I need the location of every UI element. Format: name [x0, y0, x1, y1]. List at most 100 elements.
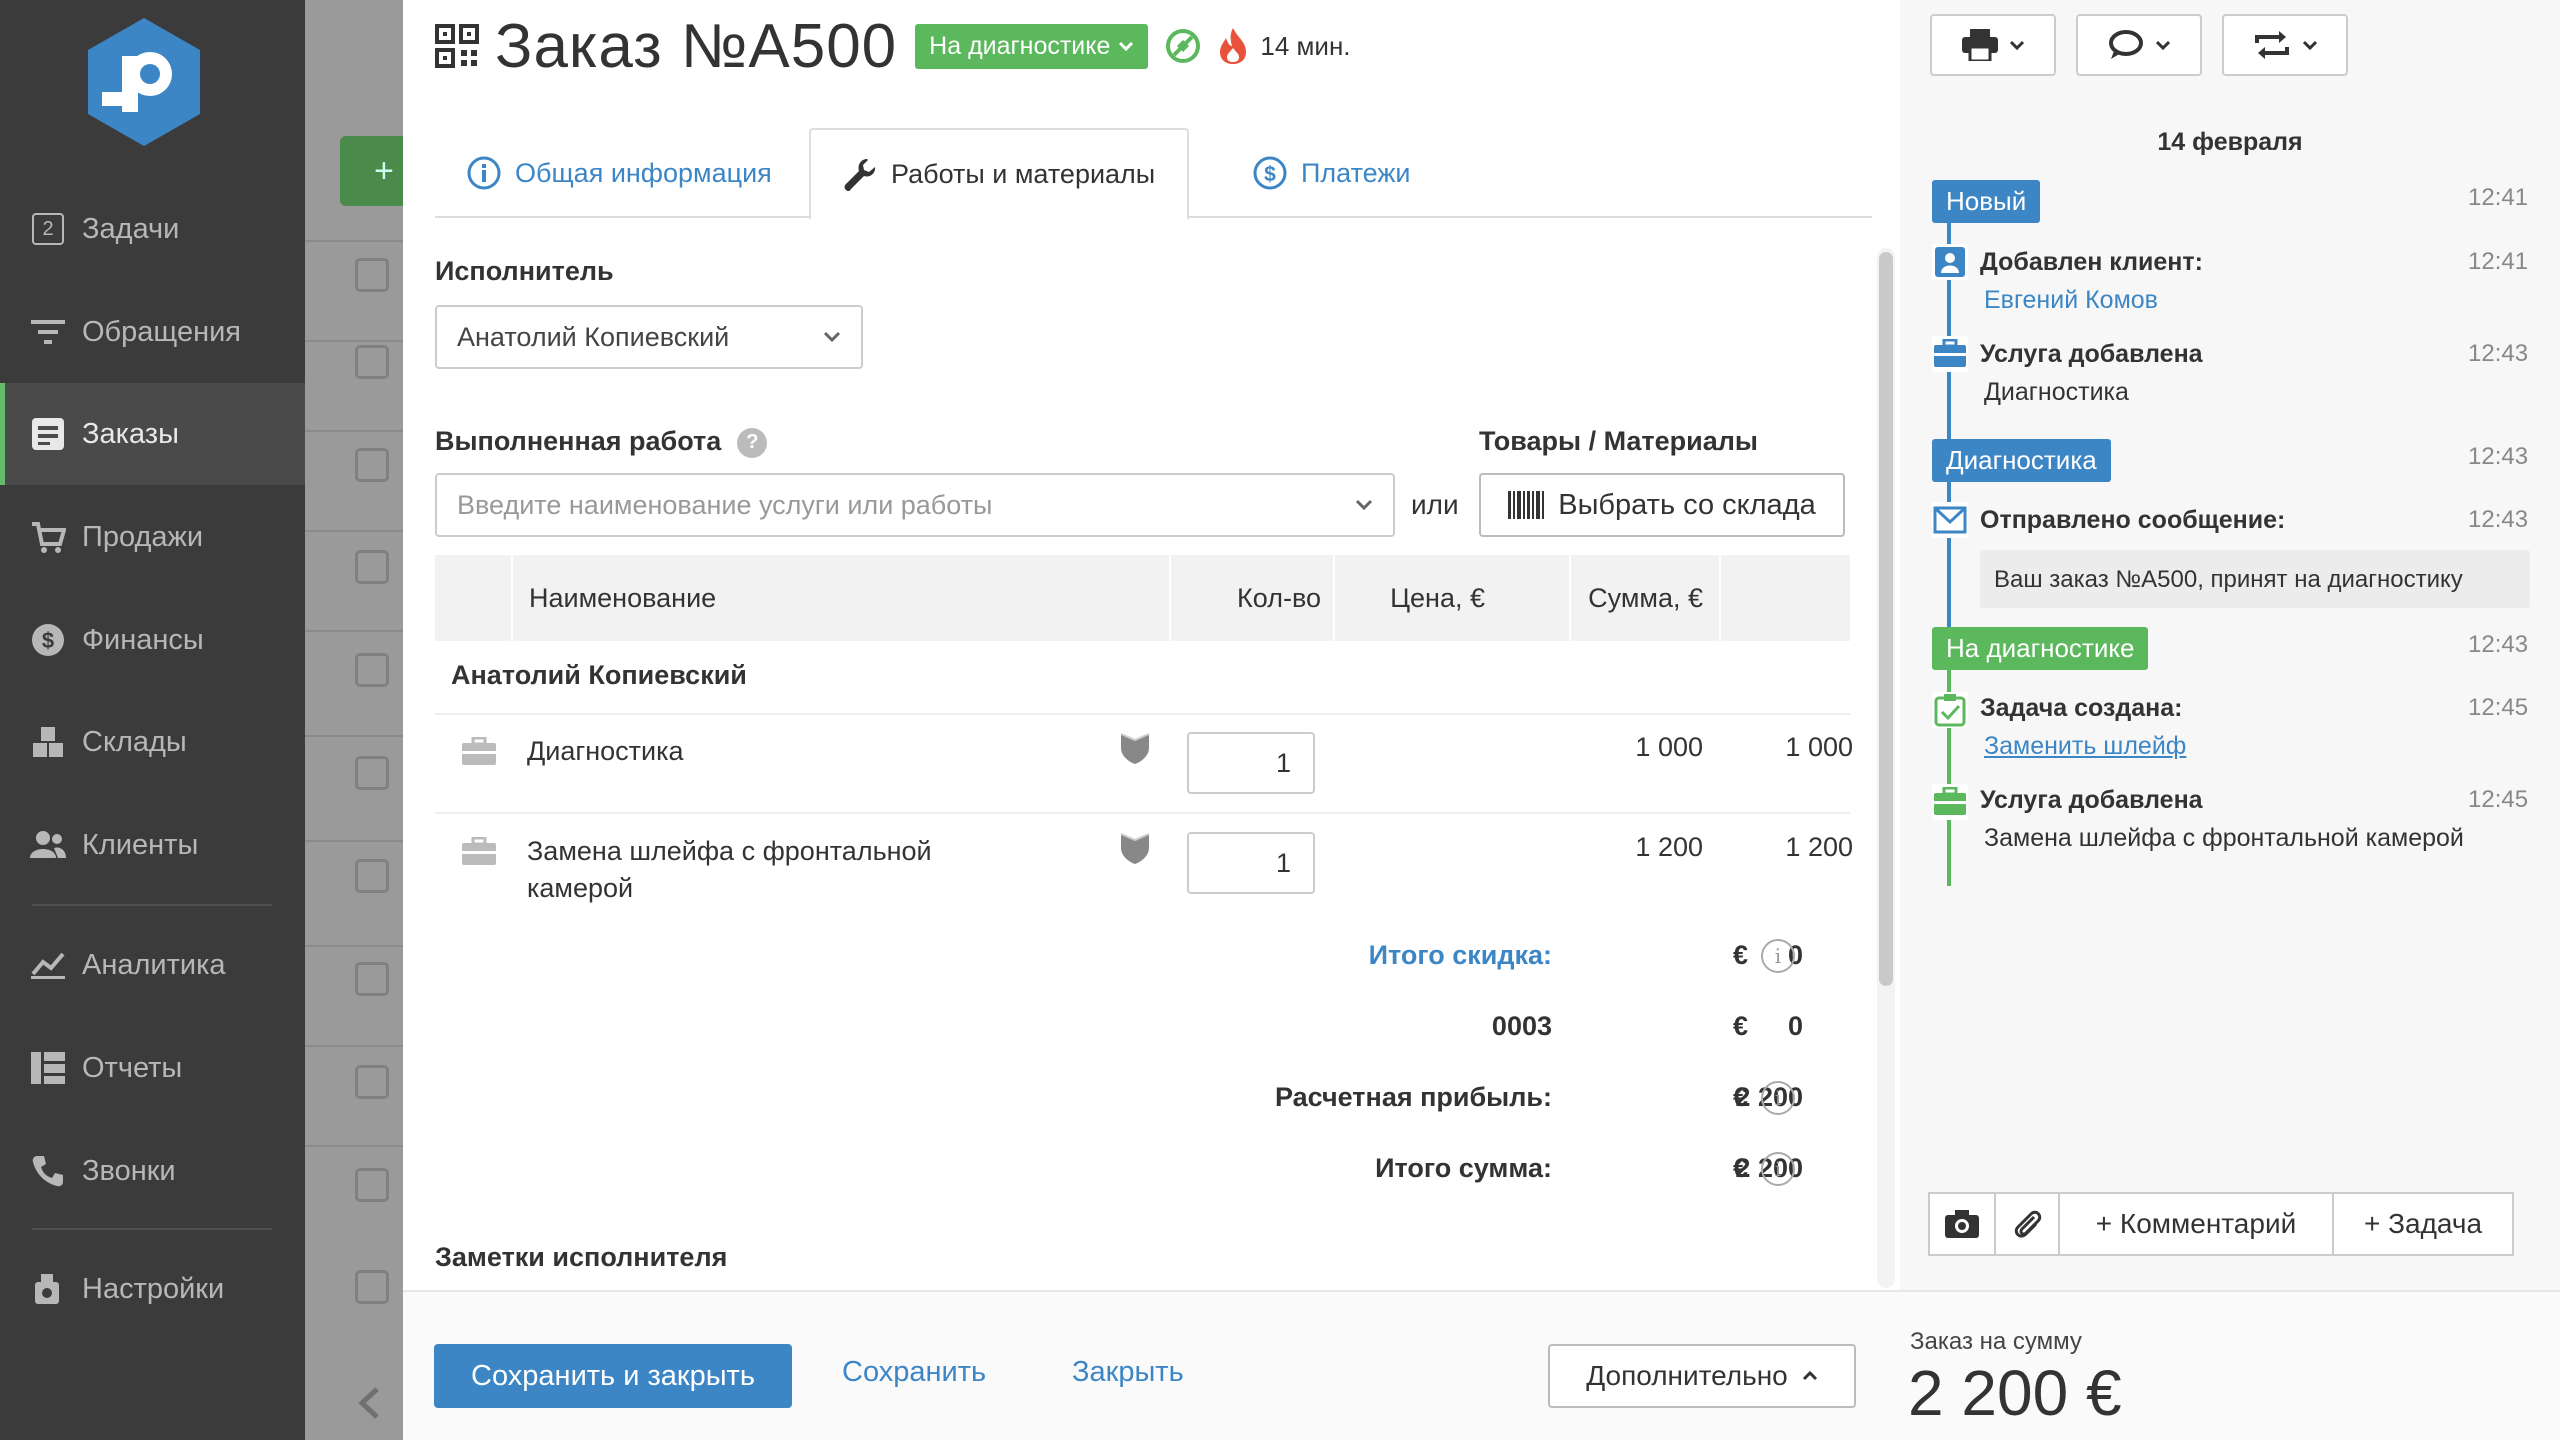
chevron-down-icon: [823, 331, 841, 343]
chevron-down-icon: [2010, 40, 2024, 50]
save-and-close-button[interactable]: Сохранить и закрыть: [434, 1344, 792, 1408]
sidebar-item-calls[interactable]: Звонки: [0, 1120, 305, 1222]
status-dropdown[interactable]: На диагностике: [915, 23, 1149, 69]
message-preview: Ваш заказ №A500, принят на диагностику: [1980, 550, 2530, 608]
order-total-value: 2 200 €: [1908, 1357, 2122, 1429]
dollar-icon: $: [28, 620, 68, 660]
work-search-input[interactable]: Введите наименование услуги или работы: [435, 473, 1395, 537]
event-time: 12:43: [2468, 340, 2529, 367]
tab-payments[interactable]: $ Платежи: [1221, 128, 1443, 218]
info-icon[interactable]: i: [1761, 1081, 1795, 1115]
select-from-warehouse-button[interactable]: Выбрать со склада: [1479, 473, 1845, 537]
discount-label[interactable]: Итого скидка:: [1103, 940, 1552, 971]
sidebar-item-label: Клиенты: [82, 828, 199, 861]
or-label: или: [1411, 489, 1459, 520]
event-time: 12:41: [2468, 248, 2529, 275]
background-add-button: +: [340, 136, 403, 206]
sidebar-item-finance[interactable]: $ Финансы: [0, 589, 305, 691]
photo-button[interactable]: [1928, 1192, 1996, 1256]
transfer-button[interactable]: [2222, 14, 2348, 76]
tab-label: Работы и материалы: [891, 158, 1156, 189]
event-title: Отправлено сообщение:: [1980, 506, 2286, 534]
message-button[interactable]: [2076, 14, 2202, 76]
wrench-icon: [844, 159, 876, 191]
qr-code-icon[interactable]: [435, 24, 479, 68]
sidebar-item-label: Отчеты: [82, 1051, 183, 1084]
sidebar-item-reports[interactable]: Отчеты: [0, 1017, 305, 1119]
warranty-shield-icon[interactable]: [1119, 830, 1151, 866]
item-sum: 1 000: [1785, 732, 1853, 762]
sidebar: 2 Задачи Обращения Заказы Продажи $ Фина…: [0, 0, 305, 1440]
sidebar-divider: [32, 904, 272, 906]
executor-select[interactable]: Анатолий Копиевский: [435, 305, 863, 369]
boxes-icon: [28, 722, 68, 762]
sidebar-item-clients[interactable]: Клиенты: [0, 794, 305, 896]
settings-icon: [28, 1269, 68, 1309]
fire-icon[interactable]: [1216, 26, 1250, 66]
app-logo[interactable]: [82, 16, 206, 148]
close-button[interactable]: Закрыть: [1072, 1356, 1184, 1389]
tab-works-materials[interactable]: Работы и материалы: [809, 128, 1190, 220]
sidebar-item-warehouses[interactable]: Склады: [0, 691, 305, 793]
more-actions-button[interactable]: Дополнительно: [1548, 1344, 1856, 1408]
chevron-down-icon: [2303, 40, 2317, 50]
sidebar-item-orders[interactable]: Заказы: [0, 383, 305, 485]
cart-icon: [28, 517, 68, 557]
help-icon[interactable]: ?: [737, 427, 768, 458]
briefcase-icon: [1932, 784, 1968, 820]
add-comment-button[interactable]: + Комментарий: [2058, 1192, 2334, 1256]
quantity-input[interactable]: 1: [1187, 732, 1315, 794]
scrollbar-thumb[interactable]: [1879, 252, 1893, 986]
chevron-down-icon: [2156, 40, 2170, 50]
items-table-header: Наименование Кол-во Цена, € Сумма, €: [435, 555, 1850, 641]
client-icon: [1932, 244, 1968, 280]
sidebar-item-tasks[interactable]: 2 Задачи: [0, 178, 305, 280]
warranty-shield-icon[interactable]: [1119, 730, 1151, 766]
event-title: Услуга добавлена: [1980, 786, 2203, 814]
phone-icon: [28, 1151, 68, 1191]
attach-button[interactable]: [1994, 1192, 2060, 1256]
briefcase-icon: [462, 737, 496, 765]
tab-general-info[interactable]: Общая информация: [435, 128, 804, 218]
info-icon[interactable]: i: [1761, 939, 1795, 973]
event-time: 12:45: [2468, 786, 2529, 813]
info-icon[interactable]: i: [1761, 1152, 1795, 1186]
work-section-label: Выполненная работа?: [435, 426, 768, 458]
item-name[interactable]: Диагностика: [527, 732, 684, 770]
item-name[interactable]: Замена шлейфа с фронтальной: [527, 832, 932, 870]
add-task-button[interactable]: + Задача: [2332, 1192, 2514, 1256]
chevron-left-icon[interactable]: [357, 1386, 381, 1420]
chart-icon: [28, 945, 68, 985]
sidebar-item-label: Задачи: [82, 212, 180, 245]
event-time: 12:43: [2468, 631, 2529, 658]
no-warranty-icon[interactable]: [1164, 27, 1202, 65]
total-currency: €: [1733, 1153, 1749, 1183]
client-link[interactable]: Евгений Комов: [1984, 286, 2158, 315]
timeline-status-diagnostics: Диагностика: [1932, 439, 2111, 482]
chevron-down-icon: [1355, 499, 1373, 511]
event-title: Задача создана:: [1980, 694, 2183, 722]
filter-icon: [28, 312, 68, 352]
profit-label: Расчетная прибыль:: [1274, 1082, 1552, 1112]
print-button[interactable]: [1930, 14, 2056, 76]
save-button[interactable]: Сохранить: [842, 1356, 986, 1389]
table-icon: [28, 1048, 68, 1088]
quantity-input[interactable]: 1: [1187, 832, 1315, 894]
notes-label: Заметки исполнителя: [435, 1242, 728, 1272]
order-total-caption: Заказ на сумму: [1910, 1328, 2082, 1355]
event-subtitle: Диагностика: [1984, 378, 2129, 406]
sidebar-divider: [32, 1228, 272, 1230]
code-label: 0003: [1491, 1011, 1552, 1041]
timeline-date: 14 февраля: [2157, 128, 2303, 156]
sidebar-item-label: Обращения: [82, 315, 242, 348]
executor-group-title: Анатолий Копиевский: [451, 660, 747, 690]
printer-icon: [1962, 29, 1998, 61]
item-name-continued[interactable]: камерой: [527, 869, 633, 907]
item-price: 1 200: [1635, 832, 1703, 862]
sidebar-item-analytics[interactable]: Аналитика: [0, 914, 305, 1016]
sidebar-item-settings[interactable]: Настройки: [0, 1238, 305, 1340]
sidebar-item-requests[interactable]: Обращения: [0, 281, 305, 383]
event-time: 12:43: [2468, 506, 2529, 533]
task-link[interactable]: Заменить шлейф: [1984, 732, 2186, 761]
sidebar-item-sales[interactable]: Продажи: [0, 486, 305, 588]
